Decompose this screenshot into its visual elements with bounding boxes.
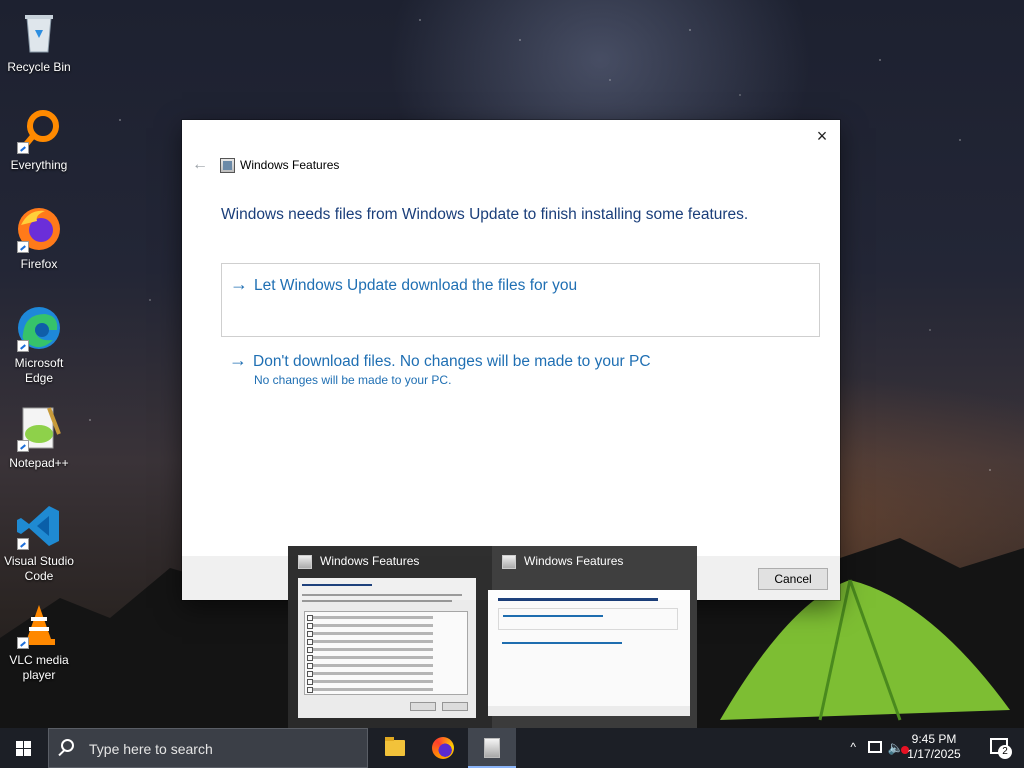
shortcut-overlay-icon — [17, 637, 29, 649]
thumbnail-windows-features-1[interactable]: Windows Features — [288, 546, 492, 728]
vlc-icon — [15, 601, 63, 649]
system-tray: ^ 🔈 9:45 PM 1/17/2025 2 — [824, 728, 1024, 768]
option2-subtext: No changes will be made to your PC. — [254, 373, 452, 387]
desktop-icon-label: Notepad++ — [9, 456, 69, 470]
taskbar-app-firefox[interactable] — [419, 728, 467, 768]
option1-label: Let Windows Update download the files fo… — [254, 277, 578, 294]
windows-features-icon — [220, 158, 235, 173]
shortcut-overlay-icon — [17, 440, 29, 452]
network-icon[interactable] — [868, 741, 882, 753]
windows-features-icon — [298, 555, 312, 569]
desktop-icon-label: VLC media player — [9, 653, 69, 682]
clock-date: 1/17/2025 — [907, 747, 961, 761]
desktop-icon-label: Firefox — [20, 257, 58, 271]
vscode-icon — [15, 502, 63, 550]
desktop-icon-label: Everything — [10, 158, 68, 172]
recycle-bin-icon — [15, 8, 63, 56]
thumbnail-title: Windows Features — [524, 554, 624, 568]
taskbar-thumbnail-popup: Windows Features Windows Features — [288, 546, 697, 728]
thumbnail-title: Windows Features — [320, 554, 420, 568]
desktop-icon-label: Recycle Bin — [7, 60, 71, 74]
folder-icon — [385, 737, 405, 756]
desktop-icon-vlc-media-player[interactable]: VLC media player — [4, 601, 74, 683]
chevron-up-icon[interactable]: ^ — [850, 740, 856, 754]
option-let-windows-update-download[interactable]: → Let Windows Update download the files f… — [221, 263, 820, 337]
close-button[interactable]: × — [812, 126, 832, 146]
volume-muted-icon[interactable]: 🔈 — [888, 740, 909, 756]
shortcut-overlay-icon — [17, 340, 29, 352]
back-arrow-icon[interactable]: ← — [192, 156, 208, 174]
windows-features-dialog: × ← Windows Features Windows needs files… — [182, 120, 840, 600]
firefox-icon — [15, 205, 63, 253]
taskbar-app-windows-features[interactable] — [468, 728, 516, 768]
dialog-headline: Windows needs files from Windows Update … — [221, 206, 749, 223]
thumbnail-preview — [298, 578, 476, 718]
search-icon — [61, 739, 74, 752]
taskbar-app-file-explorer[interactable] — [371, 728, 419, 768]
notification-count-badge: 2 — [998, 745, 1012, 759]
option1-text: → Let Windows Update download the files f… — [230, 274, 577, 295]
dialog-title: Windows Features — [240, 158, 340, 172]
thumbnail-preview — [488, 590, 690, 716]
firefox-icon — [432, 737, 454, 759]
desktop-icon-visual-studio-code[interactable]: Visual Studio Code — [4, 502, 74, 584]
arrow-right-icon: → — [229, 350, 247, 370]
option2-label: Don't download files. No changes will be… — [253, 353, 651, 370]
windows-features-icon — [502, 555, 516, 569]
taskbar-search-box[interactable]: Type here to search — [48, 728, 368, 768]
shortcut-overlay-icon — [17, 142, 29, 154]
shortcut-overlay-icon — [17, 538, 29, 550]
everything-icon — [15, 106, 63, 154]
desktop-icon-everything[interactable]: Everything — [4, 106, 74, 173]
option-dont-download-files[interactable]: → Don't download files. No changes will b… — [229, 350, 651, 371]
desktop-icon-firefox[interactable]: Firefox — [4, 205, 74, 272]
cancel-button[interactable]: Cancel — [758, 568, 828, 590]
windows-features-icon — [484, 738, 500, 758]
clock[interactable]: 9:45 PM 1/17/2025 — [904, 732, 964, 762]
edge-icon — [15, 304, 63, 352]
windows-logo-icon — [16, 741, 31, 756]
shortcut-overlay-icon — [17, 241, 29, 253]
taskbar: Type here to search ^ 🔈 9:45 PM 1/17/202… — [0, 728, 1024, 768]
notepad-plus-plus-icon — [15, 404, 63, 452]
start-button[interactable] — [0, 728, 48, 768]
desktop-icon-notepad-plus-plus[interactable]: Notepad++ — [4, 404, 74, 471]
desktop-icon-recycle-bin[interactable]: Recycle Bin — [4, 8, 74, 75]
clock-time: 9:45 PM — [911, 732, 957, 746]
desktop-icon-microsoft-edge[interactable]: Microsoft Edge — [4, 304, 74, 386]
desktop-icon-label: Visual Studio Code — [4, 554, 74, 583]
desktop-icon-label: Microsoft Edge — [14, 356, 64, 385]
search-placeholder: Type here to search — [89, 741, 213, 757]
arrow-right-icon: → — [230, 274, 248, 294]
